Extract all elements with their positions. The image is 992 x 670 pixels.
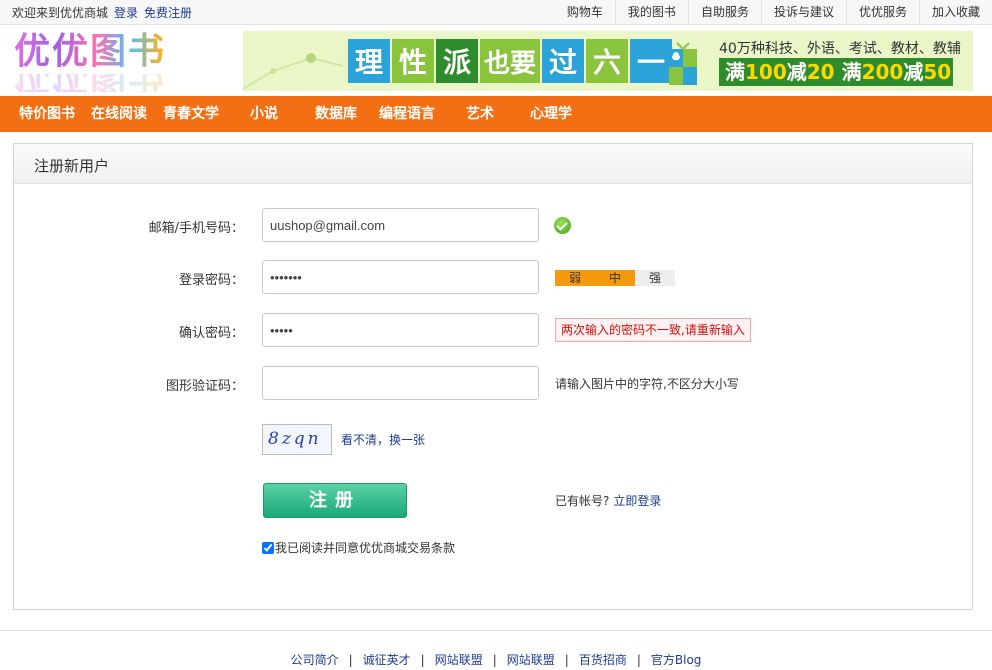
footer-affiliate-link[interactable]: 网站联盟 bbox=[435, 653, 483, 667]
uu-service-link[interactable]: 优优服务 bbox=[845, 0, 919, 25]
my-books-link[interactable]: 我的图书 bbox=[614, 0, 688, 25]
password-label: 登录密码： bbox=[178, 273, 244, 288]
agree-terms-text: 我已阅读并同意优优商城交易条款 bbox=[275, 541, 456, 555]
email-field[interactable] bbox=[262, 208, 539, 242]
page-title: 注册新用户 bbox=[34, 157, 110, 175]
footer-about-link[interactable]: 公司简介 bbox=[291, 653, 339, 667]
confirm-password-field[interactable] bbox=[262, 313, 539, 347]
nav-item-programming[interactable]: 编程语言 bbox=[379, 96, 435, 132]
password-field[interactable] bbox=[262, 260, 539, 294]
nav-item-art[interactable]: 艺术 bbox=[466, 96, 494, 132]
logo-reflection: 优优图书 bbox=[14, 74, 179, 92]
nav-item-psychology[interactable]: 心理学 bbox=[530, 96, 572, 132]
category-nav: 特价图书 在线阅读 青春文学 小说 数据库 编程语言 艺术 心理学 bbox=[0, 96, 992, 132]
register-panel: 注册新用户 邮箱/手机号码： 登录密码： 弱 中 强 确认密码： 两次输入的密码… bbox=[13, 143, 973, 610]
register-submit-button[interactable]: 注册 bbox=[263, 483, 407, 518]
footer-divider bbox=[0, 630, 992, 631]
banner-decoration-icon bbox=[243, 53, 343, 90]
nav-item-novels[interactable]: 小说 bbox=[250, 96, 278, 132]
feedback-link[interactable]: 投诉与建议 bbox=[760, 0, 846, 25]
nav-item-online-reading[interactable]: 在线阅读 bbox=[91, 96, 147, 132]
password-strength-meter: 弱 中 强 bbox=[555, 270, 675, 286]
register-link[interactable]: 免费注册 bbox=[144, 6, 192, 20]
agree-terms-checkbox[interactable] bbox=[262, 541, 274, 554]
login-link[interactable]: 登录 bbox=[114, 6, 138, 20]
strength-medium: 中 bbox=[595, 270, 635, 286]
banner-tagline: 40万种科技、外语、考试、教材、教辅 bbox=[719, 41, 961, 57]
panel-header: 注册新用户 bbox=[14, 144, 972, 184]
banner-tile: 过 bbox=[542, 39, 584, 83]
footer-blog-link[interactable]: 官方Blog bbox=[651, 653, 702, 667]
add-favorite-link[interactable]: 加入收藏 bbox=[918, 0, 992, 25]
banner-tile: 也要 bbox=[480, 39, 540, 83]
agree-terms[interactable]: 我已阅读并同意优优商城交易条款 bbox=[262, 539, 455, 556]
banner-promo: 满100减20 满200减50 bbox=[719, 58, 953, 86]
banner-title: 理 性 派 也要 过 六 一 bbox=[348, 39, 672, 83]
confirm-error-message: 两次输入的密码不一致,请重新输入 bbox=[555, 318, 751, 342]
footer-jobs-link[interactable]: 诚征英才 bbox=[363, 653, 411, 667]
strength-weak: 弱 bbox=[555, 270, 595, 286]
email-label: 邮箱/手机号码： bbox=[148, 221, 244, 236]
footer-links: 公司简介 | 诚征英才 | 网站联盟 | 网站联盟 | 百货招商 | 官方Blog bbox=[290, 653, 702, 667]
top-bar: 欢迎来到优优商城 登录 免费注册 购物车 我的图书 自助服务 投诉与建议 优优服务 … bbox=[0, 0, 992, 25]
captcha-label: 图形验证码： bbox=[165, 379, 244, 394]
promo-banner[interactable]: 理 性 派 也要 过 六 一 40万种科技、外语、考试、教材、教辅 满100减2… bbox=[243, 31, 973, 91]
captcha-hint: 请输入图片中的字符,不区分大小写 bbox=[555, 377, 739, 391]
footer-merchant-link[interactable]: 百货招商 bbox=[579, 653, 627, 667]
banner-tile: 六 bbox=[586, 39, 628, 83]
nav-item-youth-literature[interactable]: 青春文学 bbox=[163, 96, 219, 132]
banner-tile: 理 bbox=[348, 39, 390, 83]
captcha-image[interactable]: 8zqn bbox=[262, 424, 332, 455]
banner-tile: 性 bbox=[392, 39, 434, 83]
login-now-link[interactable]: 立即登录 bbox=[613, 494, 661, 508]
self-service-link[interactable]: 自助服务 bbox=[687, 0, 761, 25]
banner-tile: 派 bbox=[436, 39, 478, 83]
confirm-password-label: 确认密码： bbox=[178, 326, 244, 341]
welcome-text: 欢迎来到优优商城 bbox=[12, 6, 109, 20]
top-links: 购物车 我的图书 自助服务 投诉与建议 优优服务 加入收藏 bbox=[555, 0, 992, 25]
footer-affiliate-link-2[interactable]: 网站联盟 bbox=[507, 653, 555, 667]
logo-text: 优优图书 bbox=[14, 30, 179, 74]
has-account-prompt: 已有帐号? 立即登录 bbox=[555, 492, 661, 509]
captcha-refresh-link[interactable]: 看不清，换一张 bbox=[341, 431, 425, 448]
nav-item-databases[interactable]: 数据库 bbox=[315, 96, 357, 132]
gift-books-icon bbox=[669, 42, 697, 85]
captcha-input[interactable] bbox=[262, 366, 539, 400]
welcome-area: 欢迎来到优优商城 登录 免费注册 bbox=[12, 4, 192, 21]
valid-check-icon bbox=[554, 217, 571, 234]
nav-item-special-books[interactable]: 特价图书 bbox=[19, 96, 75, 132]
cart-link[interactable]: 购物车 bbox=[555, 0, 615, 25]
has-account-text: 已有帐号? bbox=[555, 494, 610, 508]
site-logo[interactable]: 优优图书 优优图书 bbox=[14, 30, 179, 92]
strength-strong: 强 bbox=[635, 270, 675, 286]
